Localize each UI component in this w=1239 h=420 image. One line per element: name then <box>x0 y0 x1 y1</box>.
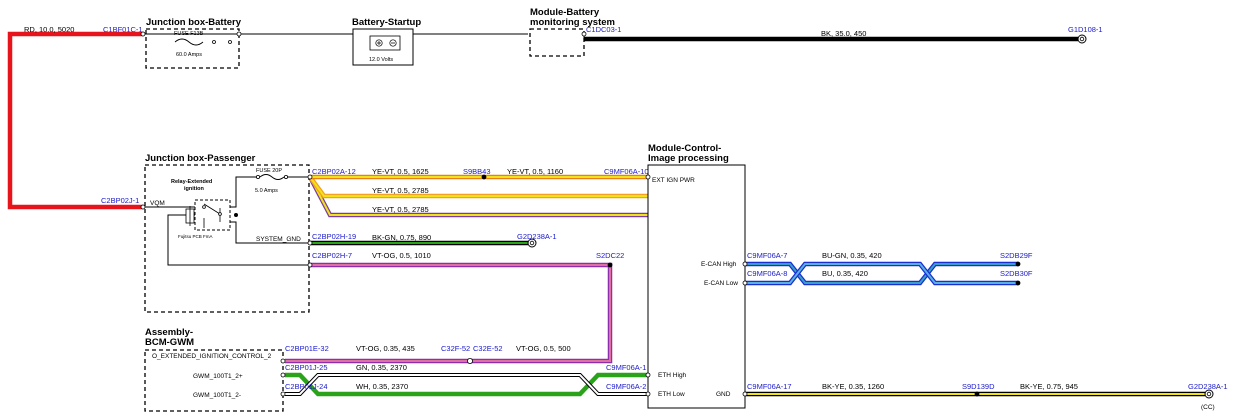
conn-c2bp01e-32: C2BP01E-32 <box>285 344 329 353</box>
conn-c32f-52: C32F-52 <box>441 344 470 353</box>
relay-title-1: Relay-Extended <box>171 179 212 185</box>
wire-label-vtog-1: VT-OG, 0.5, 1010 <box>372 251 431 260</box>
pin-cc: (CC) <box>1201 404 1215 411</box>
conn-c32e-52: C32E-52 <box>473 344 503 353</box>
wire-label-yevt-3: YE-VT, 0.5, 2785 <box>372 186 429 195</box>
conn-c1bf01c: C1BF01C-1 <box>103 25 143 34</box>
conn-s2db29f: S2DB29F <box>1000 251 1033 260</box>
conn-c2bp02h-19: C2BP02H-19 <box>312 232 356 241</box>
fuse-f13b-rating: 60.0 Amps <box>176 52 202 58</box>
pin-ecan-high: E-CAN High <box>701 261 737 268</box>
wire-label-yevt-1: YE-VT, 0.5, 1625 <box>372 167 429 176</box>
vqm-label: VQM <box>150 200 165 207</box>
conn-c9mf06a-8: C9MF06A-8 <box>747 269 787 278</box>
fuse-20p-label: FUSE 20P <box>256 168 282 174</box>
title-bcm-2: BCM-GWM <box>145 337 194 348</box>
wire-label-vtog-3: VT-OG, 0.5, 500 <box>516 344 571 353</box>
conn-c2bp02h-7: C2BP02H-7 <box>312 251 352 260</box>
wire-label-bk: BK, 35.0, 450 <box>821 29 866 38</box>
fuse-icon <box>174 38 204 46</box>
conn-g2d238a-top: G2D238A-1 <box>517 232 557 241</box>
wire-label-bkgn: BK-GN, 0.75, 890 <box>372 233 431 242</box>
wire-label-yevt-4: YE-VT, 0.5, 2785 <box>372 205 429 214</box>
conn-c9mf06a-1: C9MF06A-1 <box>606 363 646 372</box>
conn-g1d108: G1D108-1 <box>1068 25 1103 34</box>
conn-c9mf06a-17: C9MF06A-17 <box>747 382 792 391</box>
conn-c2bp01j-24: C2BP01J-24 <box>285 382 328 391</box>
wire-label-vtog-2: VT-OG, 0.35, 435 <box>356 344 415 353</box>
relay-part: Fujitsu PCB FmA <box>178 234 213 239</box>
pin-o-ext-ign: O_EXTENDED_IGNITION_CONTROL_2 <box>152 353 272 360</box>
conn-c9mf06a-10: C9MF06A-10 <box>604 167 649 176</box>
pin-gwm-2p: GWM_100T1_2+ <box>193 373 243 380</box>
pin-eth-high: ETH High <box>658 372 687 379</box>
relay-icon <box>185 199 231 231</box>
switch-icon <box>212 40 232 44</box>
title-battery-startup: Battery-Startup <box>352 17 421 28</box>
pin-ecan-low: E-CAN Low <box>704 280 738 287</box>
relay-title-2: ignition <box>184 186 204 192</box>
wire-label-gn: GN, 0.35, 2370 <box>356 363 407 372</box>
wire-label-bugn: BU-GN, 0.35, 420 <box>822 251 882 260</box>
title-junction-passenger: Junction box-Passenger <box>145 153 256 164</box>
ground-icon-top-right <box>1077 34 1087 44</box>
wire-label-yevt-2: YE-VT, 0.5, 1160 <box>507 167 563 176</box>
conn-c9mf06a-7: C9MF06A-7 <box>747 251 787 260</box>
wire-red[interactable] <box>7 31 143 210</box>
conn-s2db30f: S2DB30F <box>1000 269 1033 278</box>
wire-label-wh: WH, 0.35, 2370 <box>356 382 408 391</box>
conn-c2bp01j-25: C2BP01J-25 <box>285 363 328 372</box>
conn-g2d238a-bottom: G2D238A-1 <box>1188 382 1228 391</box>
conn-s9bb43: S9BB43 <box>463 167 491 176</box>
wire-label-bu: BU, 0.35, 420 <box>822 269 868 278</box>
conn-c1dc03: C1DC03-1 <box>586 25 621 34</box>
wire-eth-pair[interactable] <box>285 372 648 397</box>
conn-c2bp02j: C2BP02J-1 <box>101 196 139 205</box>
pin-ext-ign-pwr: EXT IGN PWR <box>652 177 695 184</box>
pin-gwm-2m: GWM_100T1_2- <box>193 392 241 399</box>
conn-s9d139d: S9D139D <box>962 382 995 391</box>
conn-s2dc22: S2DC22 <box>596 251 624 260</box>
bms-box <box>529 28 585 57</box>
system-gnd-label: SYSTEM_GND <box>256 236 301 243</box>
wire-label-bkye-2: BK-YE, 0.75, 945 <box>1020 382 1078 391</box>
wire-ye-vt-bundle[interactable] <box>308 174 648 218</box>
pin-gnd: GND <box>716 391 731 398</box>
battery-voltage: 12.0 Volts <box>369 57 393 63</box>
fuse-f13b-label: FUSE F13B <box>174 31 204 37</box>
wire-label-bkye-1: BK-YE, 0.35, 1260 <box>822 382 884 391</box>
title-junction-battery: Junction box-Battery <box>146 17 242 28</box>
battery-icon <box>369 35 401 51</box>
conn-c9mf06a-2: C9MF06A-2 <box>606 382 646 391</box>
fuse-20p-icon <box>255 174 288 180</box>
wiring-diagram: Junction box-Battery Battery-Startup Mod… <box>7 7 1228 412</box>
fuse-20p-rating: 5.0 Amps <box>255 188 278 194</box>
title-image-proc-2: Image processing <box>648 153 729 164</box>
pin-eth-low: ETH Low <box>658 391 685 398</box>
wire-label-rd: RD, 10.0, 5020 <box>24 25 74 34</box>
conn-c2bp02a: C2BP02A-12 <box>312 167 356 176</box>
ground-icon-bottom-right <box>1204 389 1214 399</box>
